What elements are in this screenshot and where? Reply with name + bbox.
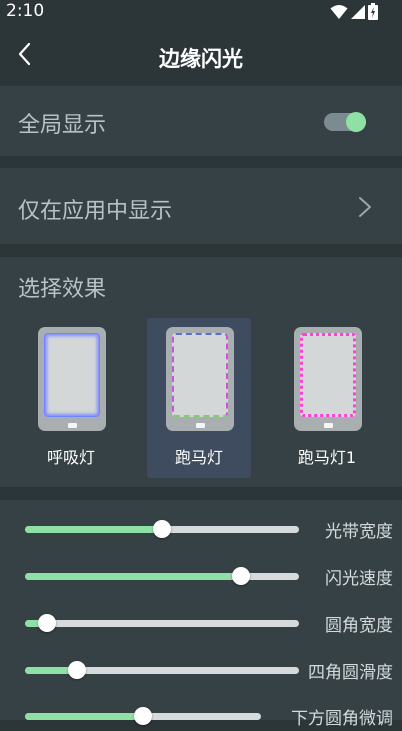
page-title: 边缘闪光: [159, 47, 243, 71]
effect-list: 呼吸灯 跑马灯 跑马灯1: [0, 318, 402, 478]
slider-fill: [25, 713, 143, 720]
slider-label: 四角圆滑度: [308, 663, 393, 683]
breathing-preview-screen: [44, 333, 100, 417]
slider-fill: [25, 526, 162, 533]
status-time: 2:10: [6, 1, 45, 21]
chevron-right-icon: [359, 197, 371, 217]
slider-flash-speed[interactable]: 闪光速度: [0, 561, 402, 591]
global-display-label: 全局显示: [18, 113, 107, 138]
effect-label: 呼吸灯: [46, 448, 95, 467]
effect-option-breathing[interactable]: 呼吸灯: [19, 318, 123, 478]
slider-fill: [25, 573, 241, 580]
slider-bottom-corner-adjust[interactable]: 下方圆角微调: [0, 701, 402, 731]
slider-thumb[interactable]: [153, 520, 171, 538]
toggle-knob: [346, 112, 366, 132]
slider-track[interactable]: [25, 620, 299, 627]
slider-corner-smoothness[interactable]: 四角圆滑度: [0, 655, 402, 685]
home-button-icon: [68, 423, 77, 428]
marquee1-preview-screen: [300, 333, 356, 417]
slider-label: 下方圆角微调: [291, 709, 393, 729]
app-only-display-label: 仅在应用中显示: [18, 199, 173, 224]
slider-band-width[interactable]: 光带宽度: [0, 514, 402, 544]
slider-thumb[interactable]: [232, 567, 250, 585]
marquee-preview-screen: [172, 333, 228, 417]
effect-option-marquee-1[interactable]: 跑马灯1: [275, 318, 379, 478]
battery-icon: [368, 3, 378, 20]
phone-preview: [166, 327, 234, 431]
app-only-display-row[interactable]: 仅在应用中显示: [0, 168, 402, 244]
global-display-toggle[interactable]: [324, 112, 366, 132]
wifi-icon: [330, 4, 348, 19]
phone-preview: [294, 327, 362, 431]
slider-thumb[interactable]: [134, 707, 152, 725]
global-display-row[interactable]: 全局显示: [0, 86, 402, 156]
app-bar: 边缘闪光: [0, 24, 402, 86]
phone-preview: [38, 327, 106, 431]
effect-label: 跑马灯: [174, 448, 223, 467]
home-button-icon: [196, 423, 205, 428]
effect-label: 跑马灯1: [297, 448, 357, 467]
effect-section-title: 选择效果: [18, 277, 107, 302]
effect-option-marquee[interactable]: 跑马灯: [147, 318, 251, 478]
slider-corner-width[interactable]: 圆角宽度: [0, 608, 402, 638]
status-icons: [330, 3, 378, 20]
status-bar: 2:10: [0, 0, 402, 24]
slider-thumb[interactable]: [68, 661, 86, 679]
slider-label: 闪光速度: [325, 569, 393, 589]
cell-signal-icon: [351, 4, 365, 19]
home-button-icon: [324, 423, 333, 428]
slider-thumb[interactable]: [38, 614, 56, 632]
slider-label: 光带宽度: [325, 522, 393, 542]
slider-track[interactable]: [25, 573, 299, 580]
slider-track[interactable]: [25, 667, 299, 674]
slider-label: 圆角宽度: [325, 616, 393, 636]
